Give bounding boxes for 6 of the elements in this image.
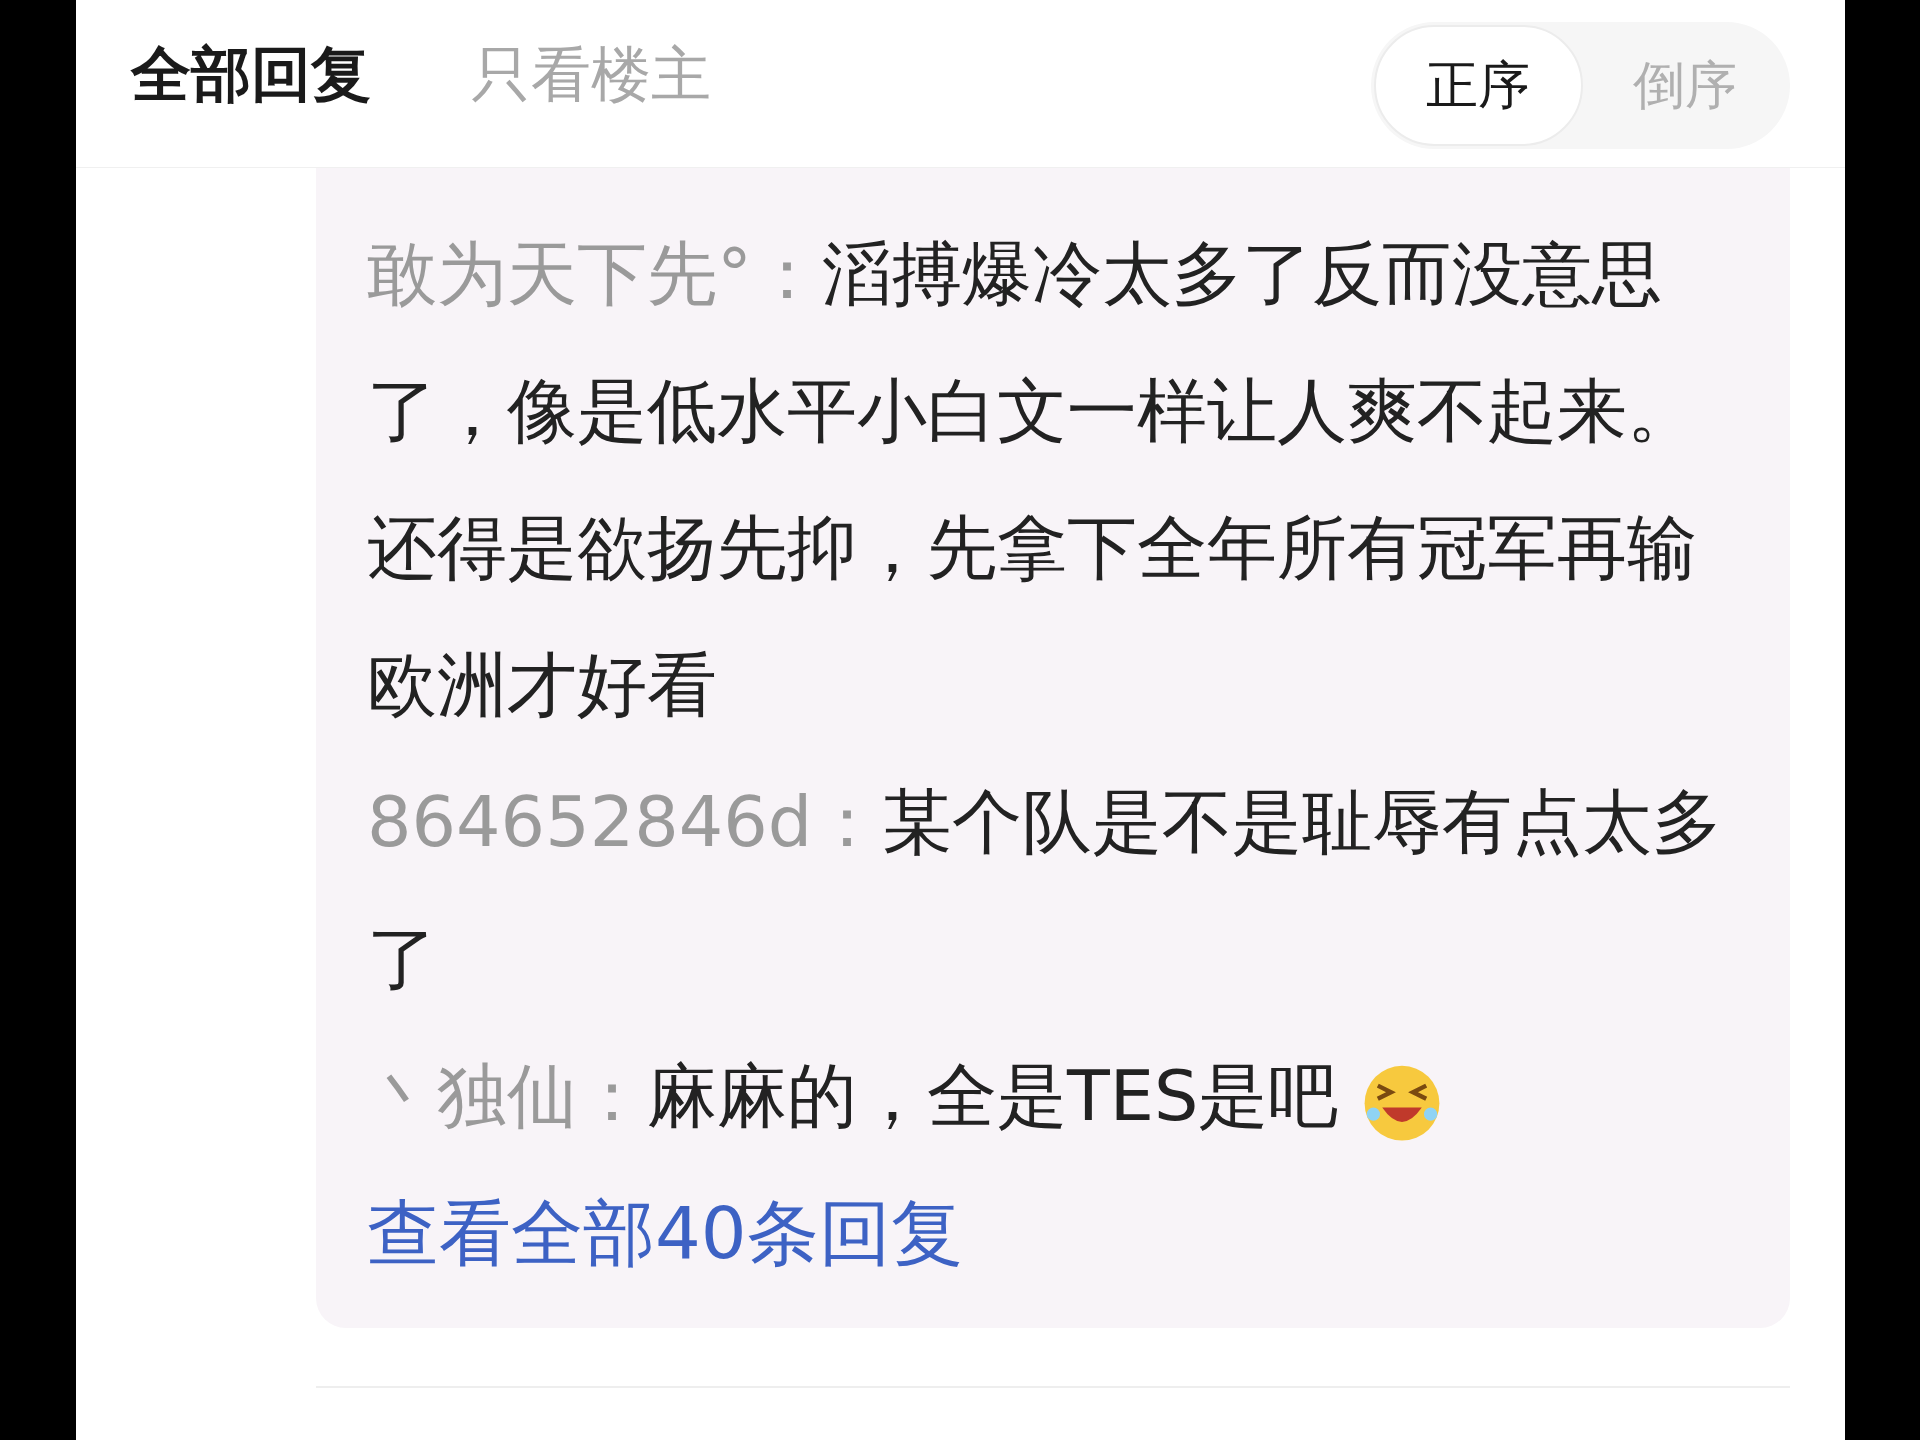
view-all-replies-link[interactable]: 查看全部40条回复	[367, 1165, 963, 1302]
reply-comment: 丶独仙：麻麻的，全是TES是吧	[367, 1055, 1339, 1137]
sort-option[interactable]: 正序	[1374, 25, 1583, 146]
filter-tab[interactable]: 全部回复	[131, 36, 371, 112]
reply-comment: 864652846d：某个队是不是耻辱有点太多了	[367, 781, 1723, 1000]
reply-comment: 敢为天下先°：滔搏爆冷太多了反而没意思了，像是低水平小白文一样让人爽不起来。还得是欲扬先抑，先拿下全年所有冠军再输欧洲才好看	[367, 233, 1697, 726]
